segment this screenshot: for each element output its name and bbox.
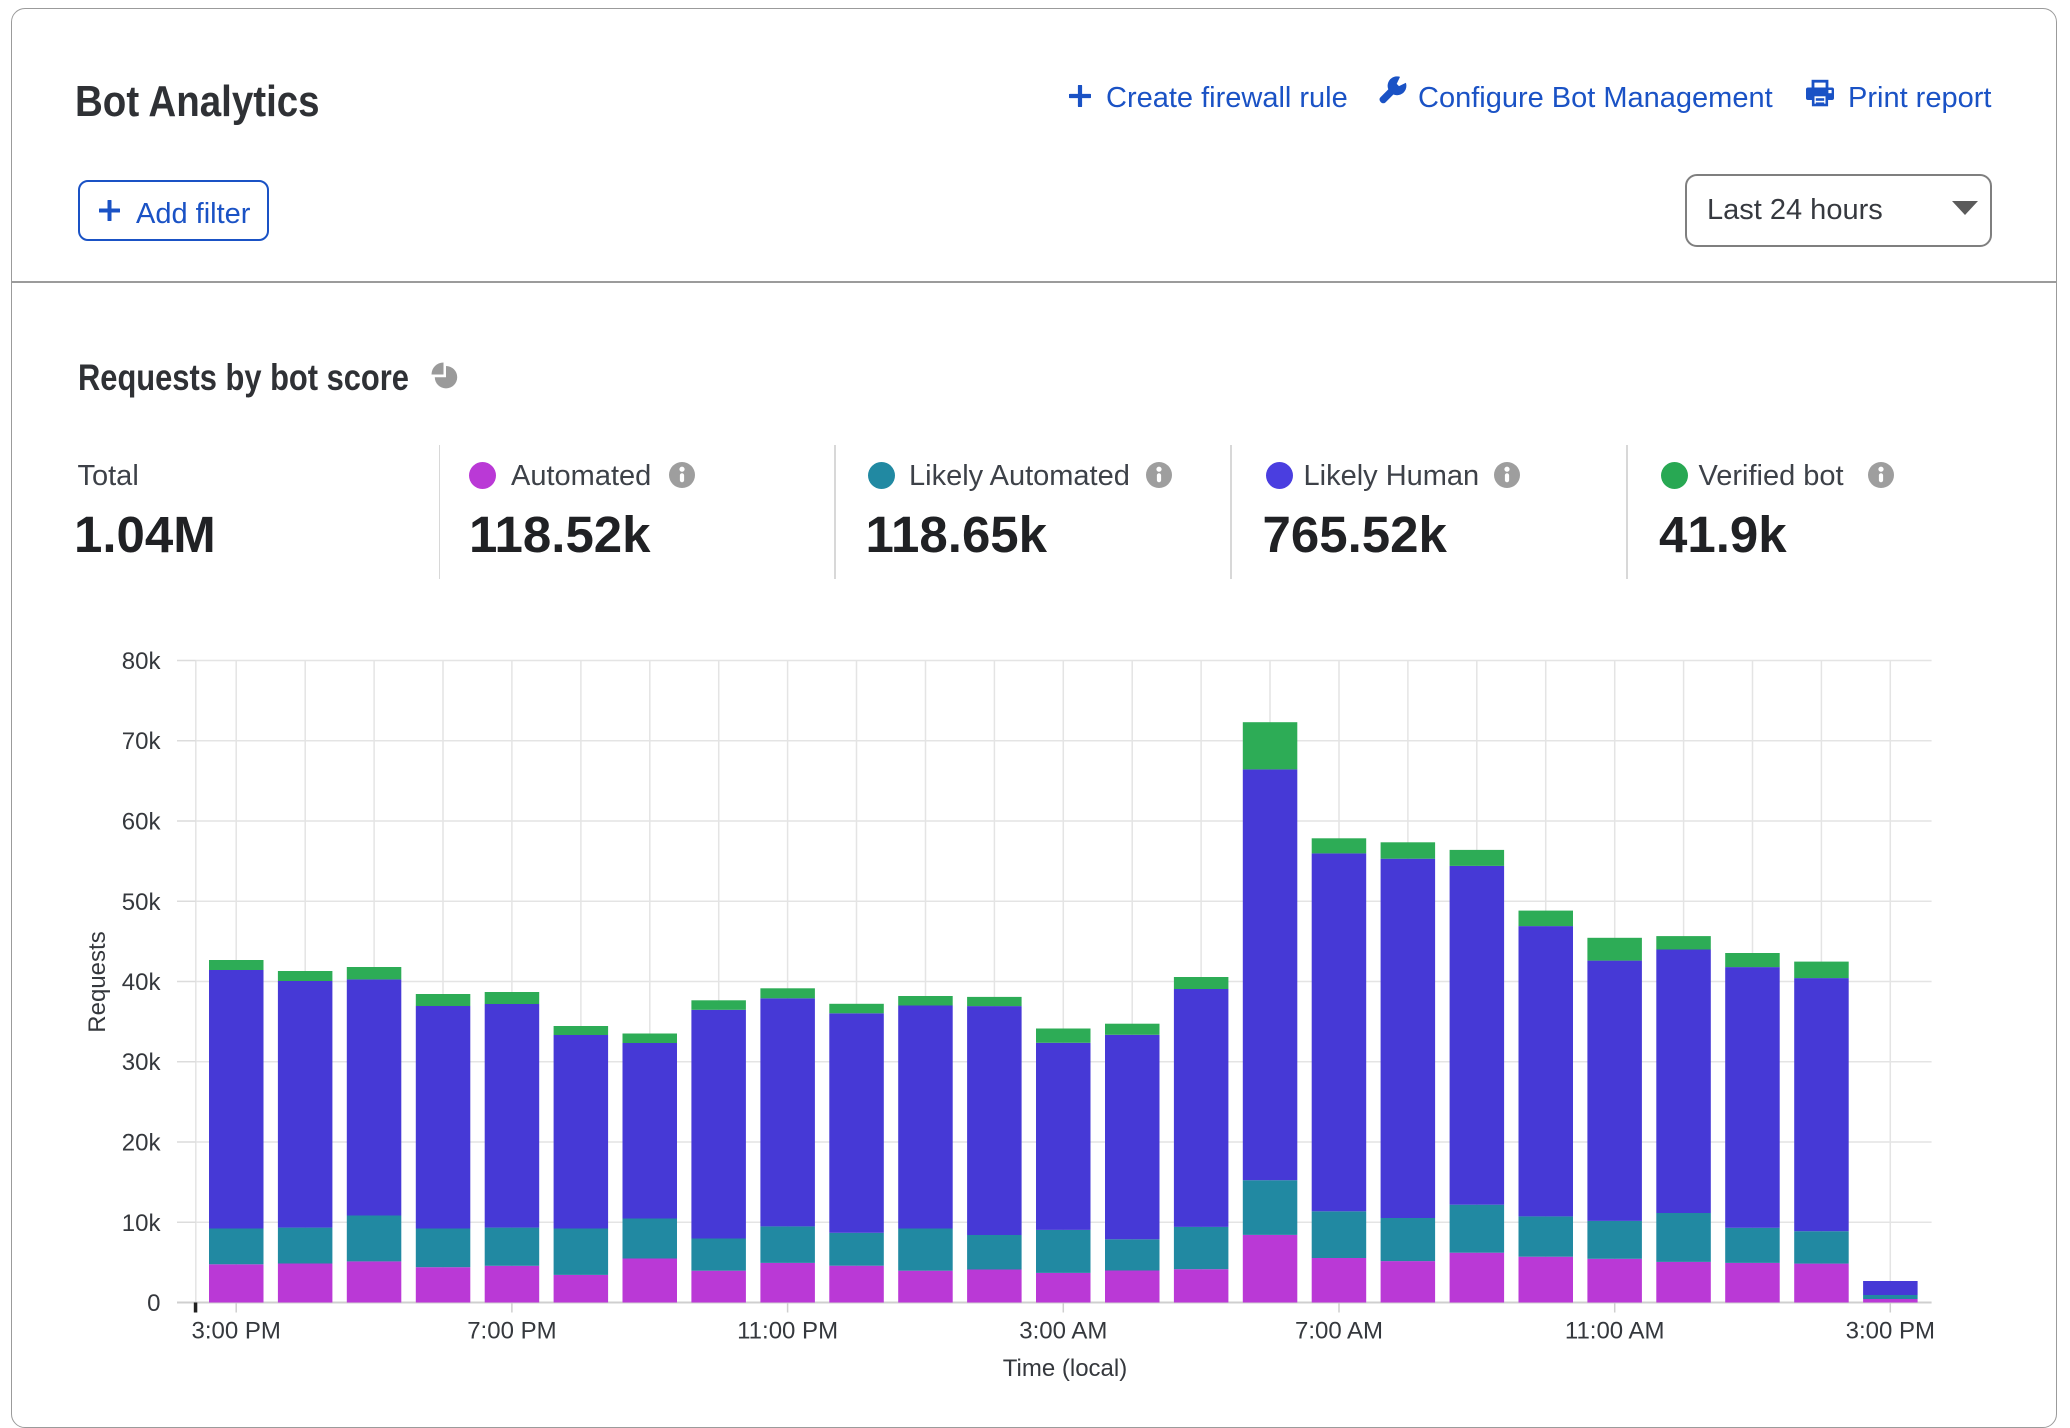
svg-text:50k: 50k <box>122 889 162 916</box>
svg-text:70k: 70k <box>122 728 162 755</box>
svg-text:10k: 10k <box>122 1210 162 1237</box>
svg-text:30k: 30k <box>122 1049 162 1076</box>
svg-text:7:00 PM: 7:00 PM <box>467 1318 556 1345</box>
svg-text:80k: 80k <box>122 648 162 675</box>
svg-text:3:00 PM: 3:00 PM <box>192 1318 281 1345</box>
svg-text:20k: 20k <box>122 1130 162 1157</box>
svg-text:40k: 40k <box>122 969 162 996</box>
svg-text:11:00 PM: 11:00 PM <box>737 1318 838 1345</box>
svg-text:3:00 AM: 3:00 AM <box>1019 1318 1107 1345</box>
svg-text:7:00 AM: 7:00 AM <box>1295 1318 1383 1345</box>
svg-text:Requests: Requests <box>84 931 111 1032</box>
svg-text:0: 0 <box>147 1290 160 1317</box>
svg-text:3:00 PM: 3:00 PM <box>1846 1318 1935 1345</box>
svg-text:Time (local): Time (local) <box>1003 1355 1127 1382</box>
svg-text:60k: 60k <box>122 809 162 836</box>
svg-text:11:00 AM: 11:00 AM <box>1565 1318 1665 1345</box>
